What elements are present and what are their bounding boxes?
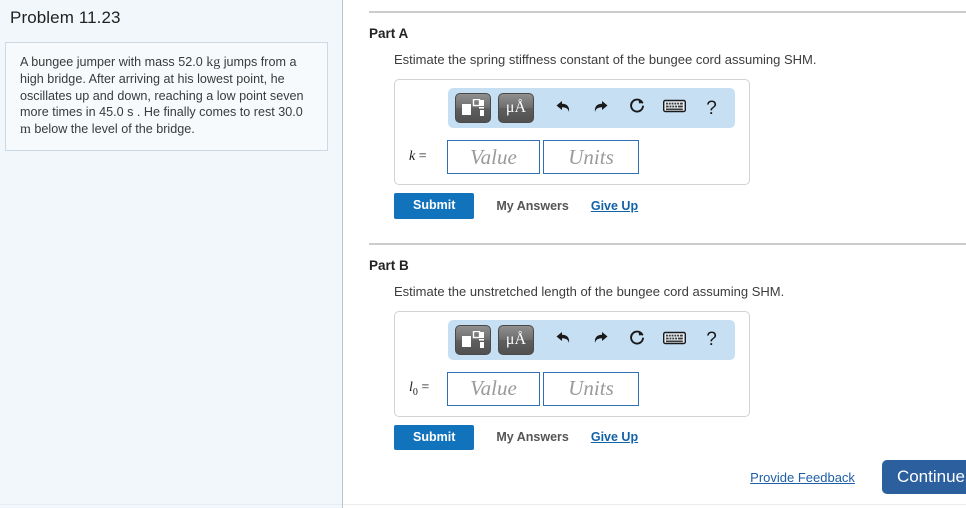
part-a-my-answers-link[interactable]: My Answers <box>496 199 568 213</box>
reset-button[interactable] <box>621 325 654 355</box>
page-footer: Provide Feedback Continue <box>750 460 966 494</box>
math-templates-button[interactable] <box>455 93 491 123</box>
redo-button[interactable] <box>584 325 617 355</box>
part-b-equals: = <box>417 379 430 395</box>
part-a-variable-label: k = <box>409 149 447 165</box>
undo-button[interactable] <box>547 325 580 355</box>
part-a-units-input[interactable]: Units <box>543 140 639 174</box>
units-icon: μÅ <box>505 99 527 116</box>
part-a-divider <box>369 11 966 13</box>
part-b-toolbar: μÅ ? <box>448 319 735 360</box>
reset-button[interactable] <box>621 93 654 123</box>
units-icon: μÅ <box>505 330 527 348</box>
math-templates-button[interactable] <box>455 324 491 355</box>
part-b-submit-button[interactable]: Submit <box>394 424 475 450</box>
part-b-give-up-link[interactable]: Give Up <box>591 430 638 444</box>
keyboard-button[interactable] <box>658 325 691 355</box>
keyboard-icon <box>662 99 687 117</box>
sidebar-bottom-divider <box>0 504 342 505</box>
part-b-value-input[interactable]: Value <box>447 371 540 406</box>
help-question-mark-icon: ? <box>706 329 717 350</box>
part-a-give-up-link[interactable]: Give Up <box>591 199 638 213</box>
help-question-mark-icon: ? <box>706 97 717 119</box>
statement-part-1: A bungee jumper with mass 52.0 <box>20 55 207 69</box>
part-a-question: Estimate the spring stiffness constant o… <box>394 52 817 67</box>
part-b-label: Part B <box>369 257 409 273</box>
keyboard-icon <box>662 331 687 349</box>
undo-arrow-icon <box>554 329 573 350</box>
part-a-answer-row: k = Value Units <box>403 140 741 174</box>
part-a-toolbar: μÅ ? <box>448 88 735 128</box>
page-title: Problem 11.23 <box>10 8 121 27</box>
part-b-variable-label: l0 = <box>409 380 447 398</box>
problem-sidebar: Problem 11.23 A bungee jumper with mass … <box>0 0 343 508</box>
undo-button[interactable] <box>547 93 580 123</box>
math-templates-icon <box>462 99 484 117</box>
provide-feedback-link[interactable]: Provide Feedback <box>750 470 855 485</box>
problem-statement-box: A bungee jumper with mass 52.0 kg jumps … <box>5 42 328 152</box>
mass-unit: kg <box>206 55 221 70</box>
part-b-units-input[interactable]: Units <box>543 371 639 406</box>
reset-circular-arrow-icon <box>628 329 647 351</box>
help-button[interactable]: ? <box>695 325 728 355</box>
part-b-question: Estimate the unstretched length of the b… <box>394 283 785 299</box>
redo-button[interactable] <box>584 93 617 123</box>
part-a-value-input[interactable]: Value <box>447 140 540 174</box>
units-button[interactable]: μÅ <box>498 93 534 123</box>
part-a-answer-card: μÅ ? k = Value Units <box>394 79 750 185</box>
part-a-label: Part A <box>369 26 409 41</box>
part-a-submit-button[interactable]: Submit <box>394 193 475 219</box>
problem-statement-text: A bungee jumper with mass 52.0 kg jumps … <box>20 54 313 138</box>
part-b-divider <box>369 242 966 245</box>
part-b-actions: Submit My Answers Give Up <box>394 424 966 450</box>
continue-button[interactable]: Continue <box>881 460 966 494</box>
keyboard-button[interactable] <box>658 93 691 123</box>
part-a-equals: = <box>415 149 427 164</box>
problem-page: Problem 11.23 A bungee jumper with mass … <box>0 0 966 508</box>
answer-panel: Part A Estimate the spring stiffness con… <box>343 0 966 508</box>
math-templates-icon <box>462 330 484 349</box>
redo-arrow-icon <box>591 329 610 350</box>
undo-arrow-icon <box>554 98 573 119</box>
reset-circular-arrow-icon <box>628 97 647 119</box>
part-b-my-answers-link[interactable]: My Answers <box>496 430 568 444</box>
part-a-actions: Submit My Answers Give Up <box>394 193 966 219</box>
length-unit: m <box>20 121 31 137</box>
units-button[interactable]: μÅ <box>498 324 534 355</box>
footer-divider <box>343 504 966 505</box>
redo-arrow-icon <box>591 98 610 119</box>
part-b-answer-row: l0 = Value Units <box>403 371 741 406</box>
help-button[interactable]: ? <box>695 93 728 123</box>
statement-part-3: below the level of the bridge. <box>30 121 195 136</box>
part-b-answer-card: μÅ ? l0 = Value Units <box>394 310 750 417</box>
